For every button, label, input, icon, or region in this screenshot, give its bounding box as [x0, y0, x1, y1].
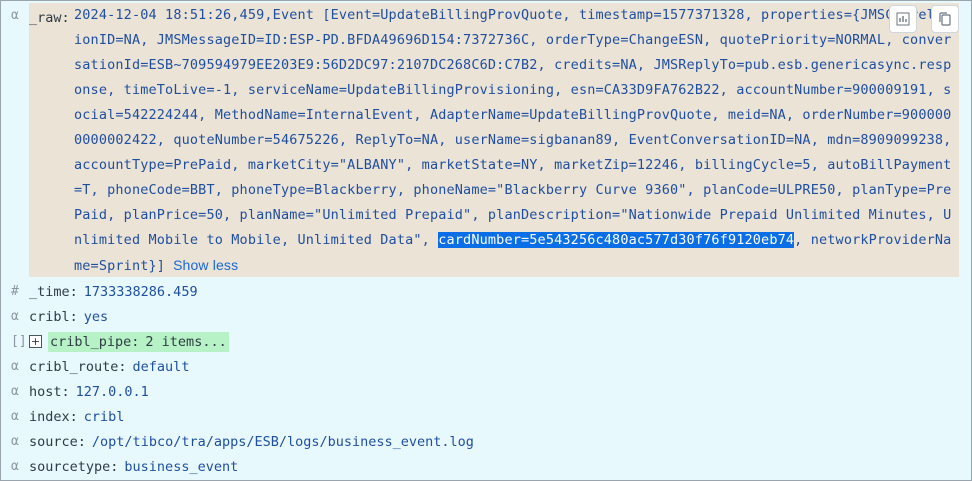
number-type-icon: # [11, 284, 19, 299]
field-value[interactable]: /opt/tibco/tra/apps/ESB/logs/business_ev… [92, 434, 474, 450]
field-row-time: # _time: 1733338286.459 [11, 283, 198, 300]
show-less-link[interactable]: Show less [173, 257, 238, 273]
copy-button[interactable] [931, 5, 959, 33]
string-type-icon: α [11, 384, 19, 399]
chart-icon [896, 12, 910, 26]
field-row-cribl-pipe: [] + cribl_pipe: 2 items... [1, 329, 229, 354]
field-key: sourcetype [29, 458, 111, 475]
field-key: _time [29, 283, 70, 300]
raw-field-block: _raw: 2024-12-04 18:51:26,459,Event [Eve… [29, 3, 959, 277]
field-value[interactable]: cribl [84, 409, 125, 425]
string-type-icon: α [11, 459, 19, 474]
raw-field-value[interactable]: 2024-12-04 18:51:26,459,Event [Event=Upd… [74, 3, 958, 279]
field-key: cribl_pipe [50, 333, 132, 350]
field-row-source: α source: /opt/tibco/tra/apps/ESB/logs/b… [11, 433, 474, 450]
string-type-icon: α [11, 309, 19, 324]
string-type-icon: α [11, 359, 19, 374]
field-value[interactable]: 127.0.0.1 [76, 384, 149, 400]
raw-type-icon: α [11, 8, 19, 23]
field-value[interactable]: yes [84, 309, 108, 325]
field-key: source [29, 433, 78, 450]
field-key: index [29, 408, 70, 425]
field-row-host: α host: 127.0.0.1 [11, 383, 149, 400]
field-row-sourcetype: α sourcetype: business_event [11, 458, 239, 475]
string-type-icon: α [11, 434, 19, 449]
cribl-pipe-pill[interactable]: cribl_pipe: 2 items... [48, 331, 229, 352]
raw-highlighted-selection[interactable]: cardNumber=5e543256c480ac577d30f76f9120e… [438, 232, 795, 248]
string-type-icon: α [11, 409, 19, 424]
field-value[interactable]: 1733338286.459 [84, 284, 198, 300]
field-key: cribl_route [29, 358, 119, 375]
field-key: host [29, 383, 62, 400]
expand-icon[interactable]: + [29, 335, 42, 348]
field-value: 2 items... [145, 333, 227, 350]
raw-field-key: _raw: [29, 10, 70, 26]
raw-text-before: 2024-12-04 18:51:26,459,Event [Event=Upd… [74, 7, 952, 248]
array-type-icon: [] [11, 334, 27, 349]
field-value[interactable]: business_event [124, 459, 238, 475]
field-key: cribl [29, 308, 70, 325]
field-row-cribl: α cribl: yes [11, 308, 109, 325]
field-row-cribl-route: α cribl_route: default [11, 358, 190, 375]
field-row-index: α index: cribl [11, 408, 125, 425]
chart-button[interactable] [889, 5, 917, 33]
field-value[interactable]: default [133, 359, 190, 375]
copy-icon [939, 12, 951, 26]
event-panel: α _raw: 2024-12-04 18:51:26,459,Event [E… [0, 0, 972, 481]
raw-key-label: _raw [29, 10, 62, 26]
